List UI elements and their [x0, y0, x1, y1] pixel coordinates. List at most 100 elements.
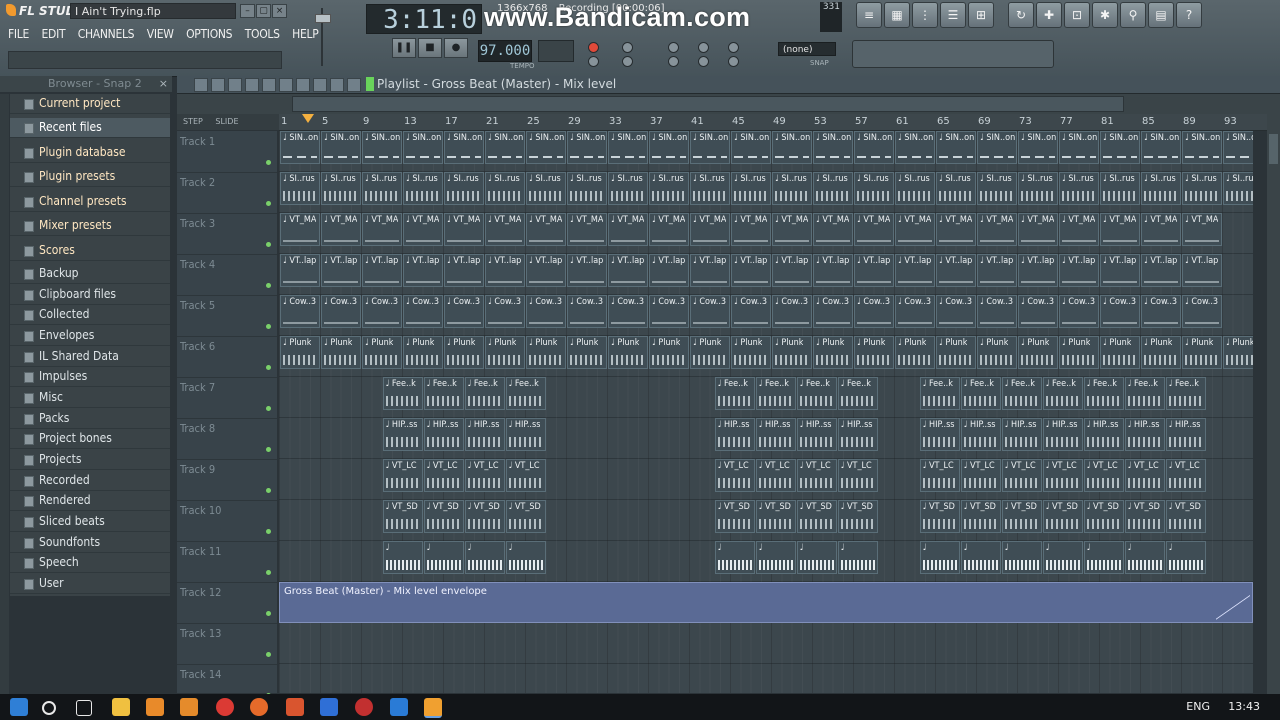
vt-clap-clip[interactable]: ♩ VT..lap — [485, 254, 525, 287]
vt-main-clip[interactable]: ♩ VT_MA — [649, 213, 689, 246]
vt-main-clip[interactable]: ♩ VT_MA — [1182, 213, 1222, 246]
vt-clap-clip[interactable]: ♩ VT..lap — [444, 254, 484, 287]
song-time-display[interactable]: 3:11:0 — [366, 4, 482, 35]
vt-sd-clip[interactable]: ♩ VT_SD — [505, 500, 546, 533]
cowbell-clip[interactable]: ♩ Cow..3 — [772, 295, 812, 328]
slide-toggle-label[interactable]: SLIDE — [215, 117, 238, 126]
vt-lc-clip[interactable]: ♩ VT_LC — [505, 459, 546, 492]
loop-record-toggle[interactable] — [698, 42, 709, 53]
sine-chorus-clip[interactable]: ♩ SI..rus — [362, 172, 402, 205]
hi-hat-clip[interactable]: ♩ — [423, 541, 464, 574]
hip-hop-bass-clip[interactable]: ♩ HIP..ss — [960, 418, 1001, 451]
hi-hat-clip[interactable]: ♩ — [1124, 541, 1165, 574]
browser-item-soundfonts[interactable]: Soundfonts — [10, 533, 170, 553]
vt-sd-clip[interactable]: ♩ VT_SD — [423, 500, 464, 533]
cowbell-clip[interactable]: ♩ Cow..3 — [1018, 295, 1058, 328]
sine-on-clip[interactable]: ♩ SIN..on — [1100, 131, 1140, 164]
sine-on-clip[interactable]: ♩ SIN..on — [1059, 131, 1099, 164]
vt-lc-clip[interactable]: ♩ VT_LC — [960, 459, 1001, 492]
cowbell-clip[interactable]: ♩ Cow..3 — [1182, 295, 1222, 328]
vt-main-clip[interactable]: ♩ VT_MA — [895, 213, 935, 246]
vt-main-clip[interactable]: ♩ VT_MA — [444, 213, 484, 246]
system-clock[interactable]: 13:43 — [1228, 700, 1260, 713]
sine-chorus-clip[interactable]: ♩ SI..rus — [608, 172, 648, 205]
browser-item-recent-files[interactable]: Recent files — [10, 118, 170, 138]
playlist-icon[interactable]: ≡ — [856, 2, 882, 28]
hip-hop-bass-clip[interactable]: ♩ HIP..ss — [1042, 418, 1083, 451]
sine-chorus-clip[interactable]: ♩ SI..rus — [1100, 172, 1140, 205]
browser-item-impulses[interactable]: Impulses — [10, 367, 170, 387]
hip-hop-bass-clip[interactable]: ♩ HIP..ss — [755, 418, 796, 451]
pattern-selector[interactable] — [538, 40, 574, 62]
tempo-display[interactable]: 97.000 — [478, 40, 532, 62]
vt-clap-clip[interactable]: ♩ VT..lap — [731, 254, 771, 287]
vt-lc-clip[interactable]: ♩ VT_LC — [1083, 459, 1124, 492]
vt-clap-clip[interactable]: ♩ VT..lap — [1100, 254, 1140, 287]
bluetooth-icon[interactable] — [320, 698, 338, 716]
plunk-clip[interactable]: ♩ Plunk — [321, 336, 361, 369]
sine-chorus-clip[interactable]: ♩ SI..rus — [444, 172, 484, 205]
plunk-clip[interactable]: ♩ Plunk — [649, 336, 689, 369]
browser-item-collected[interactable]: Collected — [10, 305, 170, 325]
hi-hat-clip[interactable]: ♩ — [505, 541, 546, 574]
help-icon[interactable]: ? — [1176, 2, 1202, 28]
playback-icon[interactable] — [347, 78, 361, 92]
song-position-marker[interactable] — [302, 114, 314, 123]
vt-clap-clip[interactable]: ♩ VT..lap — [1018, 254, 1058, 287]
track-header[interactable]: Track 8 — [177, 418, 277, 460]
master-volume-slider[interactable] — [315, 6, 331, 68]
track-enable-led[interactable] — [266, 406, 271, 411]
cowbell-clip[interactable]: ♩ Cow..3 — [444, 295, 484, 328]
sine-chorus-clip[interactable]: ♩ SI..rus — [280, 172, 320, 205]
track-enable-led[interactable] — [266, 160, 271, 165]
sine-on-clip[interactable]: ♩ SIN..on — [1141, 131, 1181, 164]
wait-toggle[interactable] — [622, 56, 633, 67]
browser-item-clipboard-files[interactable]: Clipboard files — [10, 285, 170, 305]
sine-on-clip[interactable]: ♩ SIN..on — [1018, 131, 1058, 164]
cowbell-clip[interactable]: ♩ Cow..3 — [977, 295, 1017, 328]
vt-lc-clip[interactable]: ♩ VT_LC — [464, 459, 505, 492]
vt-clap-clip[interactable]: ♩ VT..lap — [1182, 254, 1222, 287]
sine-chorus-clip[interactable]: ♩ SI..rus — [690, 172, 730, 205]
plunk-clip[interactable]: ♩ Plunk — [1059, 336, 1099, 369]
plunk-clip[interactable]: ♩ Plunk — [772, 336, 812, 369]
plunk-clip[interactable]: ♩ Plunk — [936, 336, 976, 369]
track-header[interactable]: Track 2 — [177, 172, 277, 214]
hi-hat-clip[interactable]: ♩ — [919, 541, 960, 574]
hi-hat-clip[interactable]: ♩ — [714, 541, 755, 574]
vt-main-clip[interactable]: ♩ VT_MA — [772, 213, 812, 246]
vt-clap-clip[interactable]: ♩ VT..lap — [1059, 254, 1099, 287]
hi-hat-clip[interactable]: ♩ — [464, 541, 505, 574]
vt-main-clip[interactable]: ♩ VT_MA — [731, 213, 771, 246]
plunk-clip[interactable]: ♩ Plunk — [854, 336, 894, 369]
vt-clap-clip[interactable]: ♩ VT..lap — [567, 254, 607, 287]
slice-icon[interactable] — [296, 78, 310, 92]
sine-chorus-clip[interactable]: ♩ SI..rus — [649, 172, 689, 205]
track-enable-led[interactable] — [266, 365, 271, 370]
track-header[interactable]: Track 11 — [177, 541, 277, 583]
vt-sd-clip[interactable]: ♩ VT_SD — [960, 500, 1001, 533]
hi-hat-clip[interactable]: ♩ — [837, 541, 878, 574]
vt-clap-clip[interactable]: ♩ VT..lap — [772, 254, 812, 287]
track-enable-led[interactable] — [266, 488, 271, 493]
vt-lc-clip[interactable]: ♩ VT_LC — [714, 459, 755, 492]
vt-main-clip[interactable]: ♩ VT_MA — [1059, 213, 1099, 246]
vt-sd-clip[interactable]: ♩ VT_SD — [1124, 500, 1165, 533]
menu-edit[interactable]: EDIT — [42, 27, 66, 41]
delete-icon[interactable] — [245, 78, 259, 92]
cowbell-clip[interactable]: ♩ Cow..3 — [608, 295, 648, 328]
plugin-picker-icon[interactable]: ✚ — [1036, 2, 1062, 28]
track-enable-led[interactable] — [266, 201, 271, 206]
track-header[interactable]: Track 3 — [177, 213, 277, 255]
vt-main-clip[interactable]: ♩ VT_MA — [526, 213, 566, 246]
vt-main-clip[interactable]: ♩ VT_MA — [813, 213, 853, 246]
vt-clap-clip[interactable]: ♩ VT..lap — [649, 254, 689, 287]
cowbell-clip[interactable]: ♩ Cow..3 — [1100, 295, 1140, 328]
cowbell-clip[interactable]: ♩ Cow..3 — [1059, 295, 1099, 328]
sine-on-clip[interactable]: ♩ SIN..on — [608, 131, 648, 164]
timeline-ruler[interactable]: 1 5 9 13 17 21 25 29 33 37 41 45 49 53 5… — [279, 114, 1267, 131]
cowbell-clip[interactable]: ♩ Cow..3 — [731, 295, 771, 328]
vt-lc-clip[interactable]: ♩ VT_LC — [423, 459, 464, 492]
sine-on-clip[interactable]: ♩ SIN..on — [977, 131, 1017, 164]
plunk-clip[interactable]: ♩ Plunk — [567, 336, 607, 369]
